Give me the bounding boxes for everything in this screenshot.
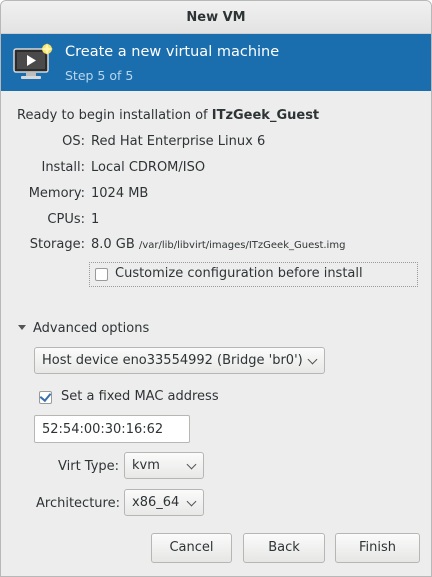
memory-label: Memory: — [28, 186, 85, 201]
virt-type-select[interactable]: kvm — [124, 452, 204, 479]
network-source-select[interactable]: Host device eno33554992 (Bridge 'br0') — [34, 347, 325, 374]
cancel-button[interactable]: Cancel — [151, 533, 232, 563]
network-source-value: Host device eno33554992 (Bridge 'br0') — [42, 353, 303, 368]
fixed-mac-label[interactable]: Set a fixed MAC address — [61, 389, 219, 404]
storage-value: 8.0 GB — [91, 237, 135, 252]
storage-path: /var/lib/libvirt/images/ITzGeek_Guest.im… — [138, 240, 346, 251]
architecture-label: Architecture: — [36, 496, 120, 511]
chevron-down-icon — [186, 496, 197, 507]
customize-checkbox[interactable] — [95, 268, 108, 281]
vm-monitor-icon — [13, 43, 53, 79]
wizard-heading: Create a new virtual machine — [65, 44, 280, 60]
mac-address-input[interactable] — [34, 415, 190, 443]
architecture-select[interactable]: x86_64 — [124, 489, 204, 516]
dialog-content: Ready to begin installation of ITzGeek_G… — [1, 91, 431, 576]
storage-value-group: 8.0 GB /var/lib/libvirt/images/ITzGeek_G… — [91, 237, 345, 252]
new-vm-dialog: New VM Create a new virtual machine Step… — [0, 0, 432, 577]
install-value: Local CDROM/ISO — [91, 160, 206, 175]
window-title: New VM — [186, 10, 246, 25]
ready-prefix: Ready to begin installation of — [17, 108, 212, 123]
cpus-label: CPUs: — [47, 212, 85, 227]
wizard-step: Step 5 of 5 — [65, 68, 134, 83]
advanced-options-expander[interactable]: Advanced options — [18, 321, 149, 336]
back-button[interactable]: Back — [243, 533, 325, 563]
storage-label: Storage: — [29, 237, 85, 252]
title-bar[interactable]: New VM — [1, 1, 431, 34]
cpus-value: 1 — [91, 212, 100, 227]
architecture-value: x86_64 — [132, 495, 180, 510]
ready-message: Ready to begin installation of ITzGeek_G… — [17, 108, 319, 123]
customize-checkbox-row[interactable]: Customize configuration before install — [89, 262, 418, 287]
finish-button[interactable]: Finish — [335, 533, 420, 563]
chevron-down-icon — [307, 354, 318, 365]
install-label: Install: — [41, 160, 85, 175]
virt-type-value: kvm — [132, 458, 160, 473]
virt-type-label: Virt Type: — [58, 459, 120, 474]
os-label: OS: — [62, 134, 85, 149]
expander-arrow-icon[interactable] — [18, 325, 26, 330]
customize-label[interactable]: Customize configuration before install — [115, 266, 363, 281]
vm-name: ITzGeek_Guest — [211, 108, 320, 123]
advanced-options-label[interactable]: Advanced options — [33, 321, 149, 336]
wizard-banner: Create a new virtual machine Step 5 of 5 — [1, 34, 431, 91]
memory-value: 1024 MB — [91, 186, 149, 201]
os-value: Red Hat Enterprise Linux 6 — [91, 134, 266, 149]
chevron-down-icon — [186, 459, 197, 470]
